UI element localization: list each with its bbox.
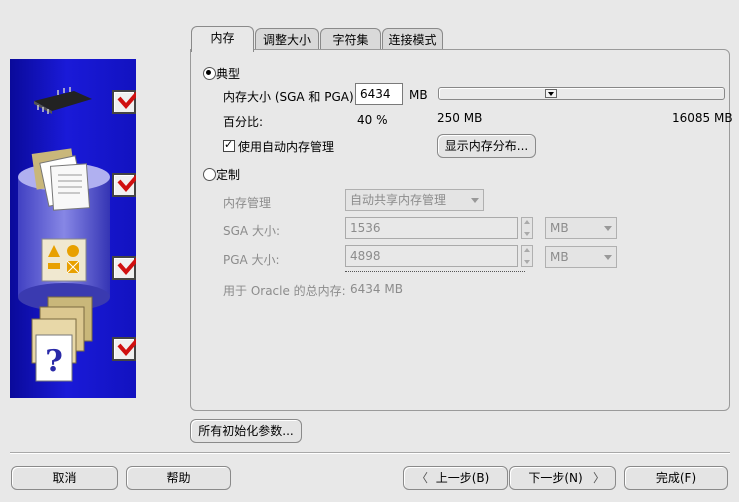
chip-icon	[34, 87, 92, 114]
memory-unit-label: MB	[409, 88, 428, 102]
pga-size-spinner[interactable]	[521, 245, 533, 267]
total-separator	[345, 271, 525, 272]
footer-separator	[10, 452, 730, 454]
sga-size-input[interactable]	[345, 217, 518, 239]
memory-management-value: 自动共享内存管理	[350, 193, 447, 207]
tab-memory[interactable]: 内存	[191, 26, 254, 52]
memory-slider-thumb[interactable]	[545, 89, 557, 98]
next-button-label: 下一步(N)	[528, 471, 583, 485]
pga-unit-select[interactable]: MB	[545, 246, 617, 268]
memory-size-label: 内存大小 (SGA 和 PGA):	[223, 90, 358, 104]
pga-unit-value: MB	[550, 250, 569, 264]
typical-radio[interactable]	[203, 67, 216, 80]
all-init-parameters-button[interactable]: 所有初始化参数...	[190, 419, 302, 443]
finish-button[interactable]: 完成(F)	[624, 466, 728, 490]
auto-memory-label: 使用自动内存管理	[238, 140, 335, 154]
step-check-4-icon	[112, 337, 136, 361]
back-button-label: 上一步(B)	[435, 471, 490, 485]
help-button[interactable]: 帮助	[126, 466, 231, 490]
auto-memory-checkbox[interactable]	[223, 138, 235, 152]
custom-radio[interactable]	[203, 168, 216, 181]
next-button[interactable]: 下一步(N) 〉	[509, 466, 616, 490]
sga-unit-value: MB	[550, 221, 569, 235]
percent-label: 百分比:	[223, 115, 264, 129]
svg-text:?: ?	[45, 344, 63, 379]
total-memory-label: 用于 Oracle 的总内存:	[223, 284, 346, 298]
step-check-1-icon	[112, 90, 136, 114]
sga-size-label: SGA 大小:	[223, 224, 280, 238]
memory-size-input[interactable]	[355, 83, 403, 105]
memory-management-label: 内存管理	[223, 196, 272, 210]
sga-size-spinner[interactable]	[521, 217, 533, 239]
slider-max-label: 16085 MB	[672, 111, 733, 125]
documents-icon	[31, 148, 91, 211]
tab-connection-mode[interactable]: 连接模式	[382, 28, 443, 51]
total-memory-value: 6434 MB	[350, 282, 403, 296]
memory-management-select[interactable]: 自动共享内存管理	[345, 189, 484, 211]
chevron-left-icon: 〈	[416, 471, 429, 485]
typical-radio-label: 典型	[216, 67, 241, 81]
sga-unit-select[interactable]: MB	[545, 217, 617, 239]
pga-size-label: PGA 大小:	[223, 253, 280, 267]
back-button[interactable]: 〈 上一步(B)	[403, 466, 508, 490]
step-check-3-icon	[112, 256, 136, 280]
chevron-right-icon: 〉	[592, 471, 605, 485]
custom-radio-label: 定制	[216, 168, 241, 182]
chevron-down-icon	[604, 226, 612, 231]
shapes-icon	[41, 238, 87, 282]
help-document-icon: ?	[31, 296, 93, 382]
percent-value: 40 %	[357, 113, 388, 127]
step-check-2-icon	[112, 173, 136, 197]
show-memory-distribution-button[interactable]: 显示内存分布...	[437, 134, 536, 158]
slider-min-label: 250 MB	[437, 111, 483, 125]
wizard-side-graphic: ?	[10, 59, 136, 398]
chevron-down-icon	[471, 198, 479, 203]
cancel-button[interactable]: 取消	[11, 466, 118, 490]
tab-character-sets[interactable]: 字符集	[320, 28, 381, 51]
chevron-down-icon	[604, 255, 612, 260]
memory-slider[interactable]	[438, 87, 725, 100]
tab-sizing[interactable]: 调整大小	[255, 28, 319, 51]
pga-size-input[interactable]	[345, 245, 518, 267]
